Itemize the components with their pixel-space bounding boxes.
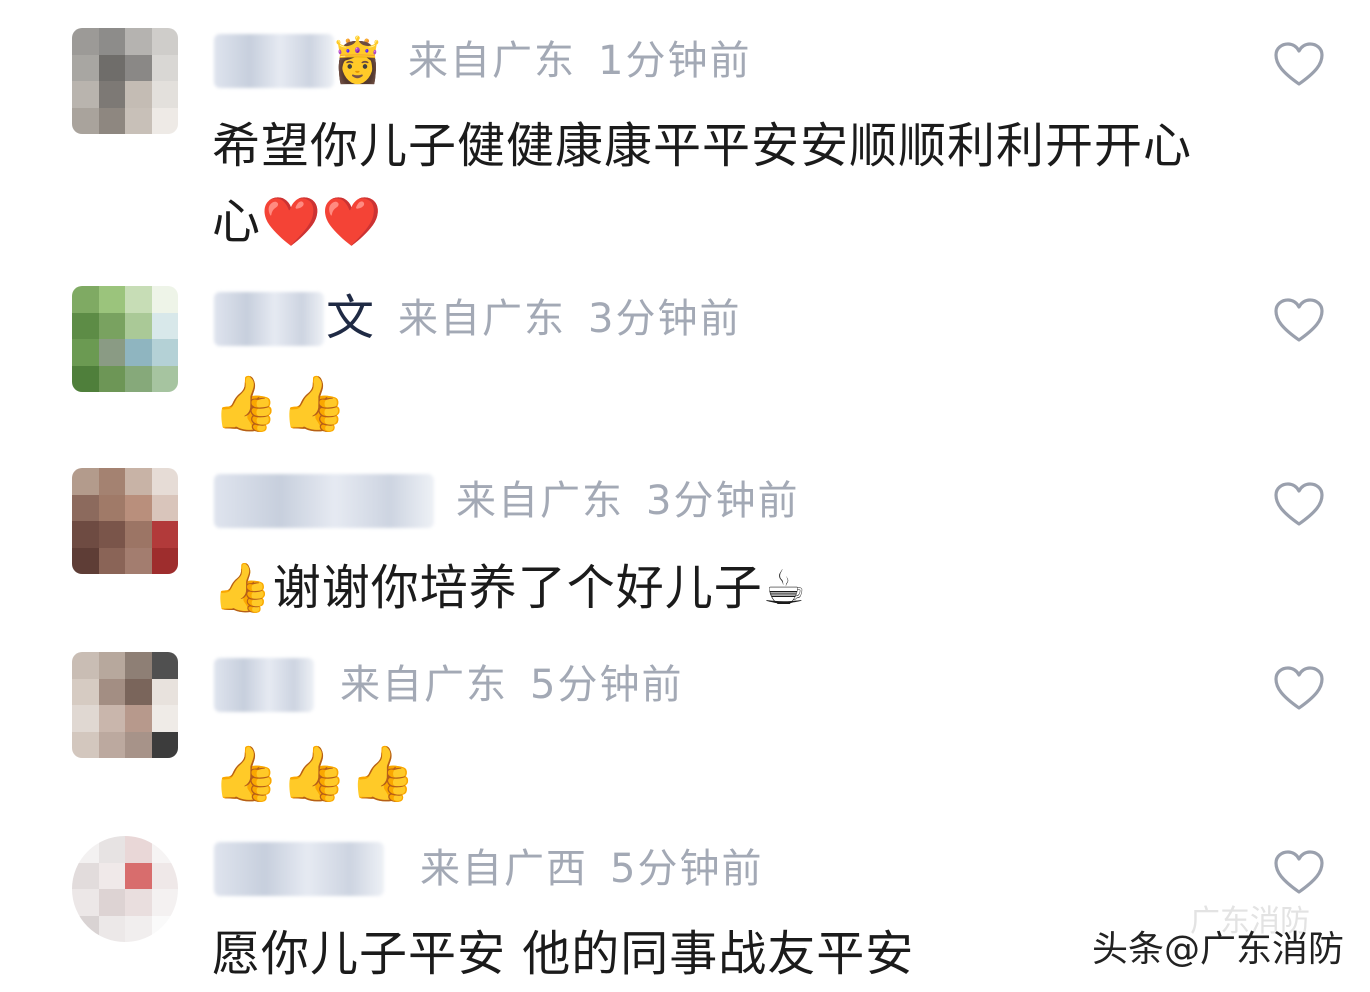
heart-outline-icon[interactable] [1274, 850, 1324, 896]
heart-outline-icon[interactable] [1274, 42, 1324, 88]
heart-outline-icon[interactable] [1274, 482, 1324, 528]
location-label: 来自广东 [340, 662, 508, 708]
username-blurred[interactable] [214, 658, 314, 712]
avatar[interactable] [72, 286, 178, 392]
time-label: 3分钟前 [646, 478, 800, 524]
location-label: 来自广东 [398, 296, 566, 342]
location-label: 来自广西 [420, 846, 588, 892]
avatar[interactable] [72, 836, 178, 942]
time-label: 1分钟前 [598, 38, 752, 84]
location-label: 来自广东 [408, 38, 576, 84]
time-label: 3分钟前 [588, 296, 742, 342]
comment-text: 心❤️❤️ [212, 194, 383, 250]
comment-meta: 来自广西 5分钟前 [420, 842, 763, 896]
username-blurred[interactable] [214, 292, 324, 346]
comment-text: 希望你儿子健健康康平平安安顺顺利利开开心 [212, 118, 1193, 174]
comment-text: 👍谢谢你培养了个好儿子☕ [212, 560, 807, 616]
heart-outline-icon[interactable] [1274, 666, 1324, 712]
comment-meta: 来自广东 3分钟前 [398, 292, 741, 346]
comment-meta: 来自广东 1分钟前 [408, 34, 751, 88]
username-blurred[interactable] [214, 842, 384, 896]
comment-meta: 来自广东 5分钟前 [340, 658, 683, 712]
username-blurred[interactable] [214, 34, 334, 88]
avatar[interactable] [72, 652, 178, 758]
crown-badge-icon: 👸 [330, 35, 385, 86]
heart-outline-icon[interactable] [1274, 298, 1324, 344]
time-label: 5分钟前 [530, 662, 684, 708]
watermark: 头条@广东消防 [1092, 929, 1345, 970]
username-suffix[interactable]: 文 [326, 288, 374, 348]
time-label: 5分钟前 [610, 846, 764, 892]
comment-text: 👍👍👍 [212, 742, 417, 805]
location-label: 来自广东 [456, 478, 624, 524]
comment-meta: 来自广东 3分钟前 [456, 474, 799, 528]
comment-text: 👍👍 [212, 372, 349, 435]
avatar[interactable] [72, 468, 178, 574]
avatar[interactable] [72, 28, 178, 134]
comment-text: 愿你儿子平安 他的同事战友平安 [212, 926, 915, 982]
username-blurred[interactable] [214, 474, 434, 528]
